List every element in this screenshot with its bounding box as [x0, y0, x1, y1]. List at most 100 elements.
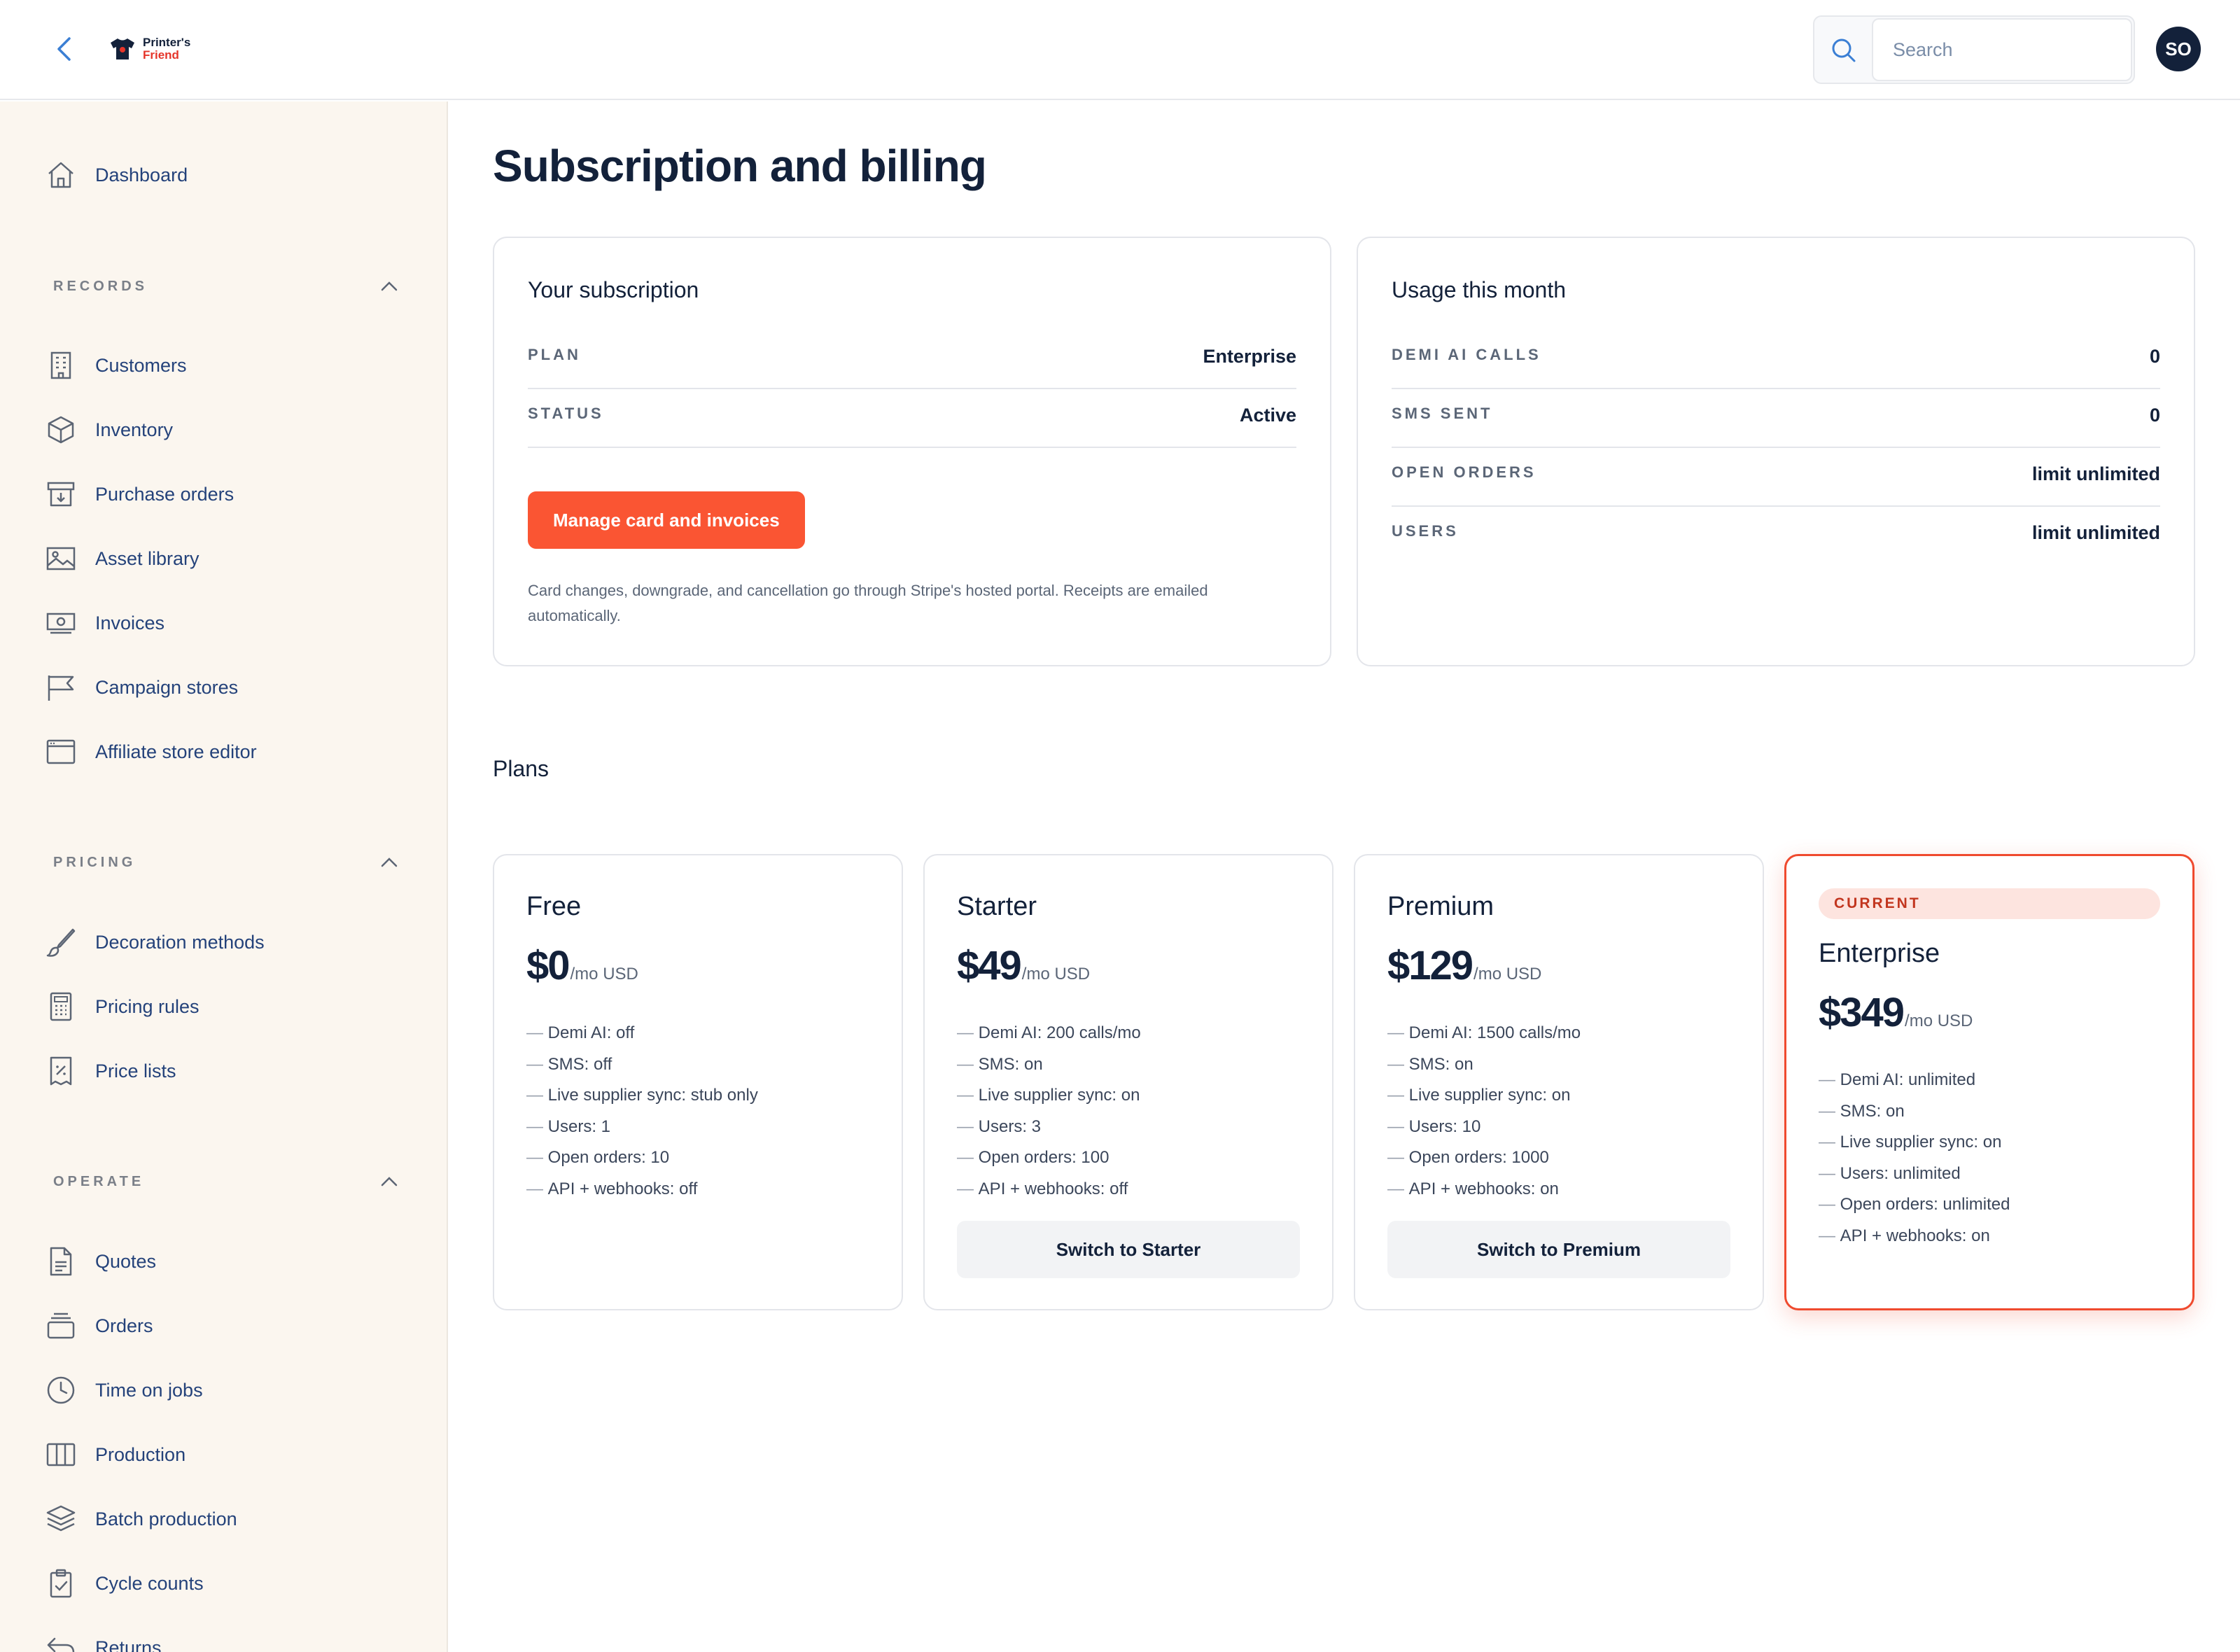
feature-item: Open orders: 100: [957, 1142, 1141, 1174]
card-title: Usage this month: [1392, 277, 1567, 302]
feature-item: Demi AI: 200 calls/mo: [957, 1018, 1141, 1049]
box-icon: [48, 416, 74, 444]
usage-row: USERS limit unlimited: [1392, 507, 2160, 566]
usage-row: DEMI AI CALLS 0: [1392, 330, 2160, 389]
feature-item: Users: 10: [1387, 1112, 1581, 1143]
chevron-left-icon: [57, 37, 71, 61]
user-avatar[interactable]: SO: [2156, 27, 2201, 71]
plan-price: $349 /mo USD: [1819, 989, 1973, 1036]
row-value: limit unlimited: [2031, 522, 2160, 543]
manage-card-button[interactable]: Manage card and invoices: [528, 491, 805, 549]
search-input[interactable]: [1872, 18, 2132, 81]
subscription-row-plan: PLAN Enterprise: [528, 330, 1296, 389]
back-button[interactable]: [48, 32, 81, 66]
sidebar-item-label: Orders: [95, 1315, 153, 1336]
sidebar-item-label: Time on jobs: [95, 1379, 203, 1401]
feature-item: Open orders: unlimited: [1819, 1189, 2010, 1221]
feature-item: API + webhooks: on: [1387, 1174, 1581, 1205]
chevron-up-icon[interactable]: [375, 272, 403, 300]
usage-row: SMS SENT 0: [1392, 389, 2160, 448]
row-label: STATUS: [528, 405, 604, 422]
sidebar-item-invoices[interactable]: Invoices: [45, 603, 164, 643]
chevron-up-icon[interactable]: [375, 848, 403, 876]
sidebar-item-affiliate-store-editor[interactable]: Affiliate store editor: [45, 732, 257, 771]
return-arrow-icon: [47, 1637, 75, 1652]
search-icon[interactable]: [1830, 36, 1858, 64]
price-unit: /mo USD: [570, 965, 638, 983]
sidebar-item-orders[interactable]: Orders: [45, 1306, 153, 1345]
clipboard-check-icon: [50, 1569, 72, 1598]
feature-item: Demi AI: unlimited: [1819, 1065, 2010, 1096]
subscription-card: Your subscription PLAN Enterprise STATUS…: [493, 237, 1331, 666]
feature-item: Live supplier sync: on: [1387, 1080, 1581, 1112]
row-label: USERS: [1392, 522, 1459, 540]
usage-card: Usage this month DEMI AI CALLS 0 SMS SEN…: [1357, 237, 2195, 666]
section-header-pricing[interactable]: PRICING: [53, 848, 403, 876]
feature-item: SMS: on: [957, 1049, 1141, 1081]
section-header-operate[interactable]: OPERATE: [53, 1168, 403, 1196]
billing-note: Card changes, downgrade, and cancellatio…: [528, 582, 1208, 624]
feature-item: Live supplier sync: stub only: [526, 1080, 758, 1112]
feature-item: Demi AI: 1500 calls/mo: [1387, 1018, 1581, 1049]
sidebar-item-label: Decoration methods: [95, 931, 265, 953]
row-label: PLAN: [528, 346, 581, 363]
sidebar-item-returns[interactable]: Returns: [45, 1628, 162, 1652]
receipt-percent-icon: [50, 1056, 72, 1086]
home-icon: [48, 162, 74, 188]
sidebar-item-dashboard[interactable]: Dashboard: [45, 155, 188, 195]
feature-item: API + webhooks: off: [957, 1174, 1141, 1205]
sidebar-item-batch-production[interactable]: Batch production: [45, 1499, 237, 1539]
feature-list: Demi AI: 1500 calls/mo SMS: on Live supp…: [1387, 1018, 1581, 1205]
plan-card-starter: Starter $49 /mo USD Demi AI: 200 calls/m…: [923, 854, 1334, 1310]
feature-list: Demi AI: 200 calls/mo SMS: on Live suppl…: [957, 1018, 1141, 1205]
calculator-icon: [50, 992, 72, 1021]
plan-price: $129 /mo USD: [1387, 942, 1541, 989]
plan-name: Premium: [1387, 892, 1494, 921]
row-label: OPEN ORDERS: [1392, 463, 1536, 481]
sidebar-item-price-lists[interactable]: Price lists: [45, 1051, 176, 1091]
document-icon: [50, 1247, 72, 1276]
feature-item: Users: unlimited: [1819, 1158, 2010, 1190]
app-logo[interactable]: Printer's Friend: [109, 36, 190, 62]
plan-price: $0 /mo USD: [526, 942, 638, 989]
sidebar-item-cycle-counts[interactable]: Cycle counts: [45, 1564, 204, 1603]
sidebar-item-purchase-orders[interactable]: Purchase orders: [45, 475, 234, 514]
feature-item: SMS: on: [1819, 1096, 2010, 1128]
sidebar-item-customers[interactable]: Customers: [45, 346, 187, 385]
sidebar-item-time-on-jobs[interactable]: Time on jobs: [45, 1371, 203, 1410]
sidebar-item-production[interactable]: Production: [45, 1435, 186, 1474]
sidebar-item-campaign-stores[interactable]: Campaign stores: [45, 668, 238, 707]
sidebar-item-label: Invoices: [95, 612, 165, 634]
sidebar-item-label: Price lists: [95, 1060, 176, 1082]
chevron-up-icon[interactable]: [375, 1168, 403, 1196]
row-value: Enterprise: [1203, 346, 1296, 367]
search-box: [1813, 15, 2135, 84]
section-header-records[interactable]: RECORDS: [53, 272, 403, 300]
sidebar-item-label: Asset library: [95, 547, 200, 569]
sidebar-item-quotes[interactable]: Quotes: [45, 1242, 156, 1281]
switch-to-premium-button[interactable]: Switch to Premium: [1387, 1221, 1730, 1278]
stack-tray-icon: [47, 1312, 75, 1339]
row-label: DEMI AI CALLS: [1392, 346, 1541, 363]
sidebar-item-asset-library[interactable]: Asset library: [45, 539, 200, 578]
top-header: Printer's Friend SO: [0, 0, 2240, 100]
feature-item: Demi AI: off: [526, 1018, 758, 1049]
row-value: Active: [1239, 405, 1296, 426]
price-amount: $349: [1819, 990, 1905, 1035]
sidebar-item-pricing-rules[interactable]: Pricing rules: [45, 987, 200, 1026]
logo-line-2: Friend: [143, 48, 179, 62]
switch-to-starter-button[interactable]: Switch to Starter: [957, 1221, 1300, 1278]
plan-card-enterprise: CURRENT Enterprise $349 /mo USD Demi AI:…: [1784, 854, 2194, 1310]
price-amount: $129: [1387, 943, 1474, 988]
plan-card-premium: Premium $129 /mo USD Demi AI: 1500 calls…: [1354, 854, 1764, 1310]
sidebar-item-label: Inventory: [95, 419, 174, 440]
layers-icon: [46, 1505, 76, 1532]
sidebar-item-inventory[interactable]: Inventory: [45, 410, 173, 449]
sidebar-item-decoration-methods[interactable]: Decoration methods: [45, 923, 265, 962]
feature-item: Open orders: 10: [526, 1142, 758, 1174]
price-amount: $49: [957, 943, 1022, 988]
avatar-initials: SO: [2165, 38, 2192, 59]
logo-line-1: Printer's: [143, 36, 191, 49]
feature-item: API + webhooks: off: [526, 1174, 758, 1205]
columns-icon: [46, 1443, 76, 1466]
